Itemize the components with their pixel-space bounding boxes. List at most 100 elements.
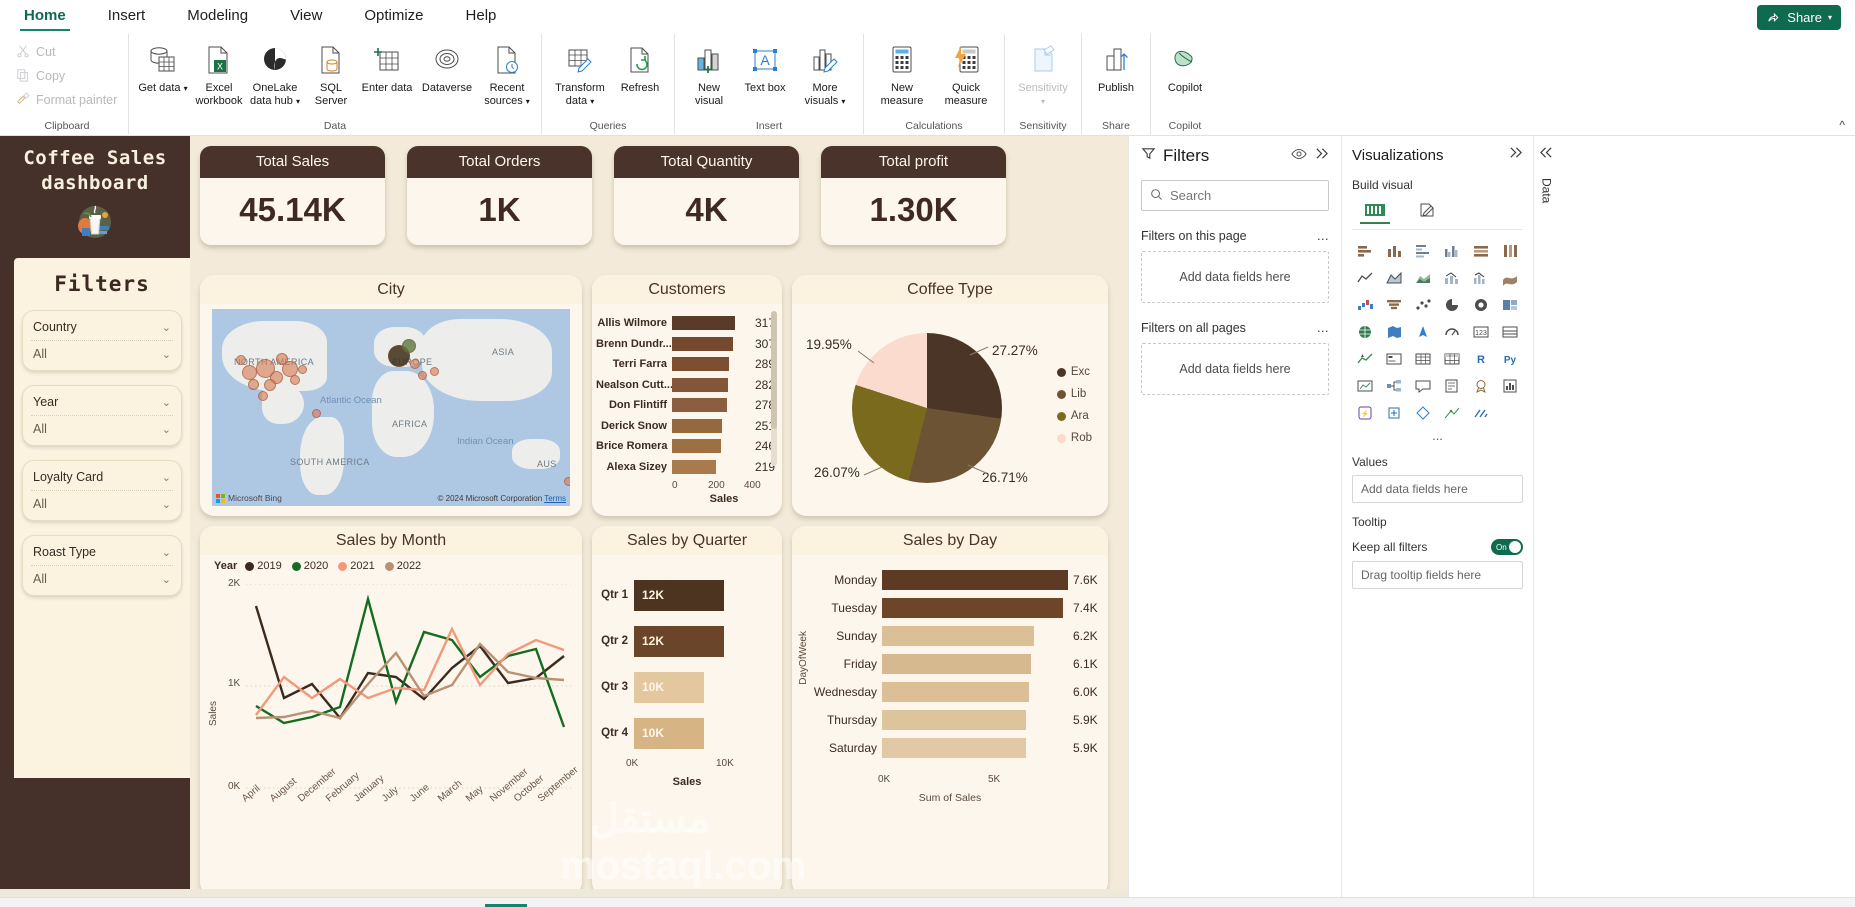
viz-icon-donut[interactable] <box>1469 294 1494 316</box>
viz-icon-line[interactable] <box>1352 267 1377 289</box>
chevron-down-icon[interactable]: ⌄ <box>162 573 171 586</box>
get-data-button[interactable]: Get data ▾ <box>135 36 191 96</box>
viz-icon-map[interactable] <box>1352 321 1377 343</box>
filters-all-pages-dropzone[interactable]: Add data fields here <box>1141 343 1329 395</box>
tab-build-format[interactable] <box>1412 198 1442 224</box>
slicer-year-dropdown[interactable]: All ⌄ <box>31 415 173 437</box>
collapse-ribbon-button[interactable]: ^ <box>1839 118 1845 132</box>
slicer-country[interactable]: Country ⌄ All ⌄ <box>22 310 182 371</box>
viz-icon-ribbon[interactable] <box>1498 267 1523 289</box>
table-row[interactable]: Sunday6.2K <box>810 622 1100 650</box>
chevron-down-icon[interactable]: ⌄ <box>162 498 171 511</box>
viz-icon-100-stacked-bar[interactable] <box>1469 240 1494 262</box>
legend-item-2021[interactable]: 2021 <box>338 560 374 572</box>
table-row[interactable]: Terri Farra289 <box>596 354 782 375</box>
viz-icon-key-influencers[interactable] <box>1352 375 1377 397</box>
legend-item-rob[interactable]: Rob <box>1057 427 1092 449</box>
data-pane-tab[interactable]: Data <box>1540 178 1554 203</box>
viz-icon-narrative[interactable] <box>1439 375 1464 397</box>
visual-sales-by-day[interactable]: Sales by Day DayOfWeek Monday7.6K Tuesda… <box>792 526 1108 896</box>
onelake-data-hub-button[interactable]: OneLake data hub ▾ <box>247 36 303 108</box>
kpi-total-orders[interactable]: Total Orders 1K <box>407 146 592 245</box>
chevron-down-icon[interactable]: ⌄ <box>162 471 171 484</box>
visual-city-map[interactable]: City NORTH AMERICA EUROPE ASIA AFRICA SO… <box>200 275 582 516</box>
viz-icon-matrix[interactable] <box>1439 348 1464 370</box>
keep-all-filters-toggle[interactable]: On <box>1491 539 1523 555</box>
eye-icon[interactable] <box>1291 147 1307 166</box>
slicer-loyalty-card-dropdown[interactable]: All ⌄ <box>31 490 173 512</box>
table-row[interactable]: Alexa Sizey219 <box>596 457 782 478</box>
viz-icon-multi-row-card[interactable] <box>1498 321 1523 343</box>
canvas-horizontal-scrollbar[interactable] <box>0 889 1128 897</box>
tab-build-fields[interactable] <box>1360 198 1390 224</box>
more-visuals-button[interactable]: More visuals ▾ <box>793 36 857 108</box>
excel-workbook-button[interactable]: X Excel workbook <box>191 36 247 107</box>
sql-server-button[interactable]: SQL Server <box>303 36 359 107</box>
collapse-pane-icon[interactable] <box>1314 147 1329 165</box>
values-dropzone[interactable]: Add data fields here <box>1352 475 1523 503</box>
viz-icon-stacked-area[interactable] <box>1410 267 1435 289</box>
tab-home[interactable]: Home <box>18 3 72 31</box>
viz-icon-waterfall[interactable] <box>1352 294 1377 316</box>
tab-help[interactable]: Help <box>460 3 503 31</box>
map-terms-link[interactable]: Terms <box>544 494 566 503</box>
viz-icon-qa[interactable] <box>1410 375 1435 397</box>
chevron-down-icon[interactable]: ⌄ <box>162 546 171 559</box>
filters-search-input[interactable]: Search <box>1141 180 1329 211</box>
viz-icon-scatter[interactable] <box>1410 294 1435 316</box>
viz-icon-python-visual[interactable]: Py <box>1498 348 1523 370</box>
kpi-total-sales[interactable]: Total Sales 45.14K <box>200 146 385 245</box>
viz-icon-gauge[interactable] <box>1439 321 1464 343</box>
viz-icon-stacked-column[interactable] <box>1381 240 1406 262</box>
slicer-roast-type-dropdown[interactable]: All ⌄ <box>31 565 173 587</box>
table-row[interactable]: Wednesday6.0K <box>810 678 1100 706</box>
viz-icon-clustered-bar[interactable] <box>1410 240 1435 262</box>
viz-icon-scatter-chart-alt[interactable] <box>1439 402 1464 424</box>
slicer-roast-type[interactable]: Roast Type ⌄ All ⌄ <box>22 535 182 596</box>
tab-view[interactable]: View <box>284 3 328 31</box>
enter-data-button[interactable]: Enter data <box>359 36 415 95</box>
viz-icon-get-more-visuals[interactable] <box>1469 402 1494 424</box>
viz-icon-filled-map[interactable] <box>1381 321 1406 343</box>
tab-insert[interactable]: Insert <box>102 3 152 31</box>
text-box-button[interactable]: A Text box <box>737 36 793 95</box>
table-row[interactable]: Saturday5.9K <box>810 734 1100 762</box>
slicer-loyalty-card[interactable]: Loyalty Card ⌄ All ⌄ <box>22 460 182 521</box>
legend-item-exc[interactable]: Exc <box>1057 361 1092 383</box>
viz-icon-kpi[interactable]: ▲ <box>1352 348 1377 370</box>
table-row[interactable]: Derick Snow251 <box>596 416 782 437</box>
viz-icon-decomposition-tree[interactable] <box>1381 375 1406 397</box>
viz-icon-treemap[interactable] <box>1498 294 1523 316</box>
viz-icon-slicer[interactable] <box>1381 348 1406 370</box>
transform-data-button[interactable]: Transform data ▾ <box>548 36 612 108</box>
viz-icon-r-visual[interactable]: R <box>1469 348 1494 370</box>
viz-icon-line-stacked-column[interactable] <box>1439 267 1464 289</box>
table-row[interactable]: Nealson Cutt...282 <box>596 375 782 396</box>
format-painter-button[interactable]: Format painter <box>12 88 117 112</box>
legend-item-2022[interactable]: 2022 <box>385 560 421 572</box>
viz-icon-card[interactable]: 123 <box>1469 321 1494 343</box>
refresh-button[interactable]: Refresh <box>612 36 668 95</box>
dataverse-button[interactable]: Dataverse <box>415 36 479 95</box>
share-button[interactable]: Share ▾ <box>1757 5 1841 30</box>
cut-button[interactable]: Cut <box>12 40 117 64</box>
table-row[interactable]: Brice Romera246 <box>596 436 782 457</box>
legend-item-2020[interactable]: 2020 <box>292 560 328 572</box>
more-options-icon[interactable]: … <box>1317 321 1330 335</box>
table-row[interactable]: Brenn Dundr...307 <box>596 334 782 355</box>
viz-icon-paginated-report[interactable] <box>1498 375 1523 397</box>
table-row[interactable]: Don Flintiff278 <box>596 395 782 416</box>
viz-icon-table[interactable] <box>1410 348 1435 370</box>
kpi-total-quantity[interactable]: Total Quantity 4K <box>614 146 799 245</box>
viz-icon-100-stacked-column[interactable] <box>1498 240 1523 262</box>
pie-chart[interactable] <box>852 333 1002 483</box>
tab-optimize[interactable]: Optimize <box>358 3 429 31</box>
table-row[interactable]: Qtr 2 12K <box>592 618 774 664</box>
visual-sales-by-month[interactable]: Sales by Month Year 2019 2020 2021 2022 … <box>200 526 582 896</box>
sensitivity-button[interactable]: Sensitivity▾ <box>1011 36 1075 108</box>
customers-scrollbar[interactable] <box>771 311 777 466</box>
table-row[interactable]: Friday6.1K <box>810 650 1100 678</box>
table-row[interactable]: Allis Wilmore317 <box>596 313 782 334</box>
table-row[interactable]: Qtr 4 10K <box>592 710 774 756</box>
table-row[interactable]: Qtr 3 10K <box>592 664 774 710</box>
